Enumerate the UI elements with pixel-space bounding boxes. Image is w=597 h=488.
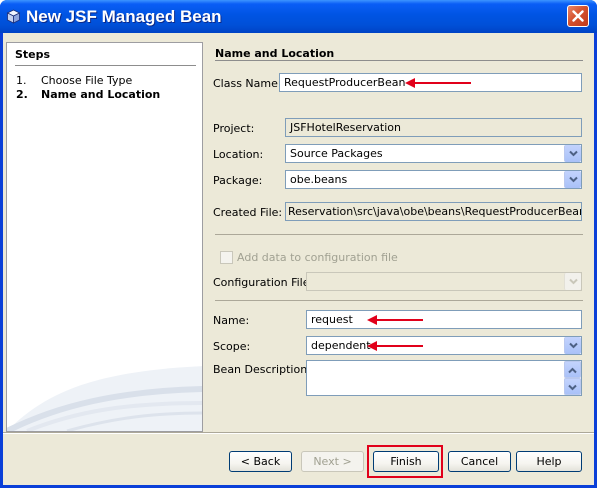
- scope-label: Scope:: [213, 340, 251, 353]
- red-arrow-annotation: [405, 78, 471, 88]
- section-divider: [215, 234, 583, 235]
- scroll-up-button[interactable]: [564, 361, 581, 378]
- package-dropdown-button[interactable]: [564, 171, 581, 188]
- red-arrow-annotation: [367, 341, 423, 351]
- section-divider: [215, 300, 583, 301]
- title-bar[interactable]: New JSF Managed Bean: [0, 0, 597, 33]
- dialog-body: Steps 1. Choose File Type 2. Name and Lo…: [3, 33, 594, 485]
- location-label: Location:: [213, 148, 264, 161]
- step-label: Choose File Type: [41, 74, 133, 87]
- name-input[interactable]: request: [306, 310, 582, 329]
- dialog-window: New JSF Managed Bean Steps 1. Choose Fil…: [0, 0, 597, 488]
- chevron-down-icon: [569, 150, 578, 157]
- created-file-label: Created File:: [213, 206, 283, 219]
- steps-divider: [15, 65, 196, 66]
- step-number: 1.: [16, 74, 27, 87]
- finish-highlight-annotation: [367, 445, 443, 478]
- red-arrow-annotation: [367, 315, 423, 325]
- location-dropdown[interactable]: Source Packages: [285, 144, 582, 163]
- chevron-down-icon: [568, 384, 577, 391]
- config-file-dropdown-button[interactable]: [564, 273, 581, 290]
- window-title: New JSF Managed Bean: [26, 7, 222, 26]
- config-file-label: Configuration File:: [213, 276, 314, 289]
- bean-description-textarea[interactable]: [306, 360, 582, 396]
- footer-divider: [3, 432, 594, 434]
- wizard-decoration-image: [7, 366, 202, 431]
- chevron-up-icon: [568, 367, 577, 374]
- project-field: JSFHotelReservation: [285, 118, 582, 137]
- created-file-field: Reservation\src\java\obe\beans\RequestPr…: [285, 202, 582, 221]
- close-icon: [572, 10, 584, 22]
- chevron-down-icon: [569, 342, 578, 349]
- steps-panel: Steps 1. Choose File Type 2. Name and Lo…: [6, 42, 203, 432]
- bean-description-scrollbar[interactable]: [564, 361, 581, 395]
- location-value: Source Packages: [290, 147, 383, 160]
- back-button[interactable]: < Back: [229, 451, 292, 472]
- name-label: Name:: [213, 314, 250, 327]
- location-dropdown-button[interactable]: [564, 145, 581, 162]
- help-button[interactable]: Help: [516, 451, 582, 472]
- package-label: Package:: [213, 174, 263, 187]
- chevron-down-icon: [569, 278, 578, 285]
- netbeans-cube-icon: [6, 9, 21, 24]
- scope-dropdown-button[interactable]: [564, 337, 581, 354]
- form-heading: Name and Location: [215, 47, 335, 60]
- scroll-down-button[interactable]: [564, 378, 581, 395]
- config-file-dropdown[interactable]: [306, 272, 582, 291]
- add-config-checkbox-label: Add data to configuration file: [237, 251, 398, 264]
- class-name-label: Class Name:: [213, 77, 282, 90]
- bean-description-label: Bean Description:: [213, 363, 311, 376]
- scope-value: dependent: [311, 339, 371, 352]
- next-button[interactable]: Next >: [301, 451, 364, 472]
- step-number: 2.: [16, 88, 28, 101]
- form-heading-divider: [215, 60, 583, 61]
- package-value: obe.beans: [290, 173, 348, 186]
- cancel-button[interactable]: Cancel: [448, 451, 511, 472]
- chevron-down-icon: [569, 176, 578, 183]
- project-label: Project:: [213, 122, 255, 135]
- package-dropdown[interactable]: obe.beans: [285, 170, 582, 189]
- step-label: Name and Location: [41, 88, 161, 101]
- add-config-checkbox[interactable]: [220, 251, 233, 264]
- scope-dropdown[interactable]: dependent: [306, 336, 582, 355]
- close-button[interactable]: [567, 5, 589, 27]
- steps-heading: Steps: [15, 48, 51, 61]
